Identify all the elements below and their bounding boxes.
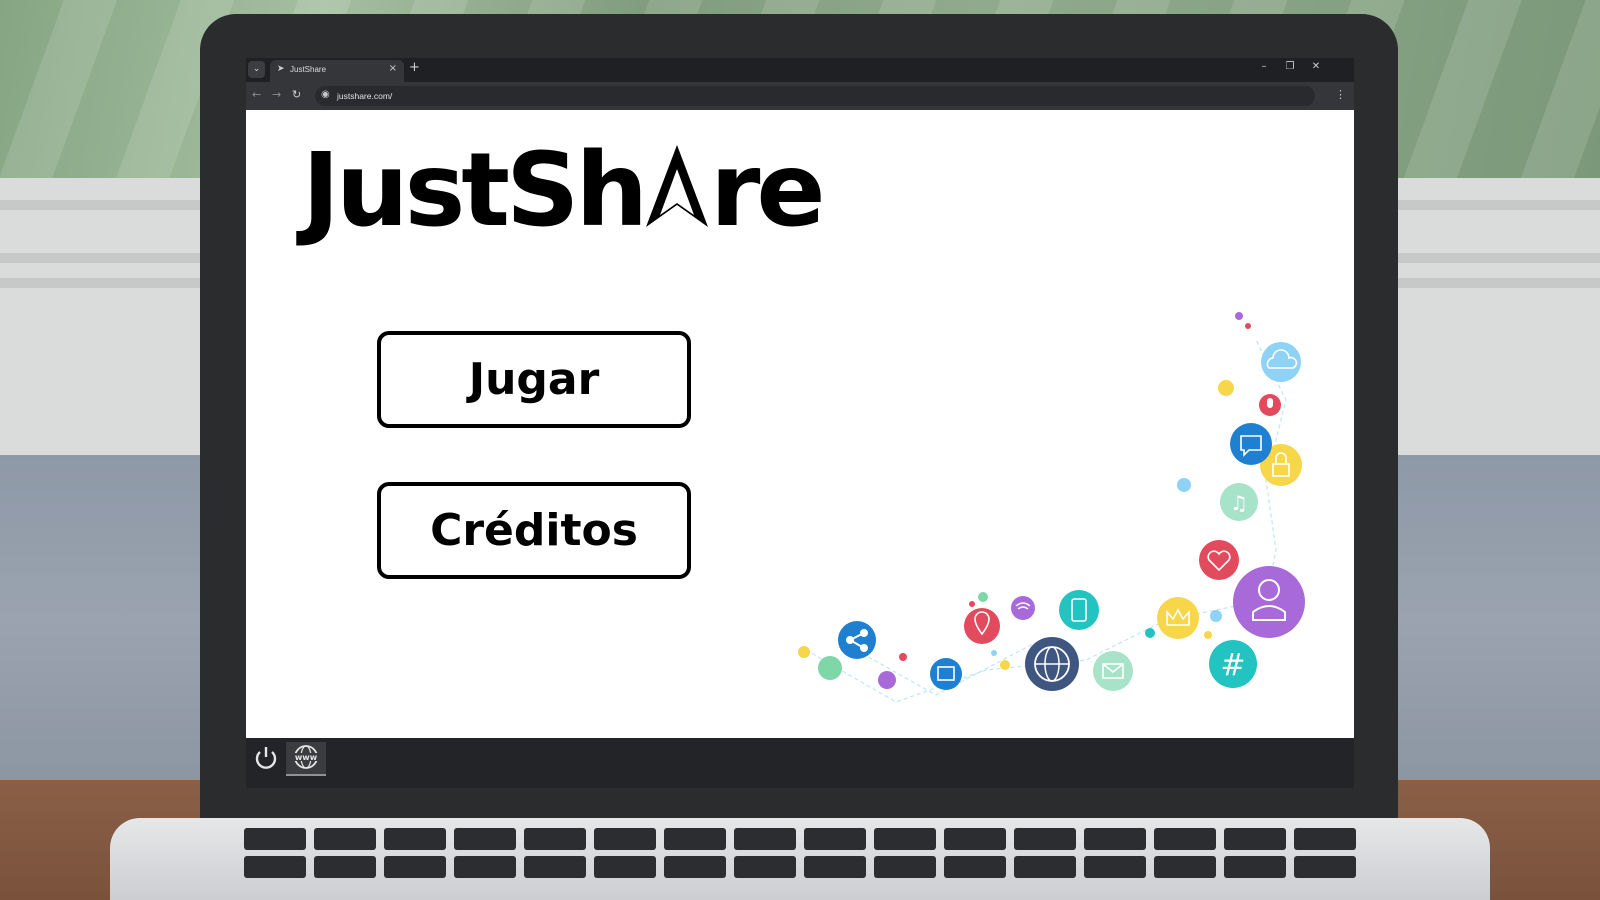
restore-icon[interactable]: ❐ — [1282, 61, 1298, 72]
smartphone-icon — [1059, 590, 1099, 630]
browser-menu-kebab-icon[interactable]: ⋮ — [1335, 88, 1346, 101]
desktop-taskbar: www — [246, 738, 1354, 788]
blue-dot — [1210, 610, 1222, 622]
location-pin-icon — [964, 608, 1000, 644]
address-bar[interactable]: ◉ justshare.com/ — [315, 86, 1315, 106]
logo-text-second: re — [710, 131, 826, 250]
forward-arrow-icon[interactable]: → — [272, 88, 281, 101]
purple-dot — [878, 671, 896, 689]
tab-title: JustShare — [290, 65, 327, 74]
chat-bubble-icon — [818, 656, 842, 680]
browser-tab[interactable]: ➤ JustShare × — [270, 60, 404, 82]
game-viewport: JustSh re Jugar Créditos # ♫ — [246, 110, 1354, 738]
minimize-icon[interactable]: – — [1256, 61, 1272, 72]
svg-text:www: www — [295, 753, 318, 762]
svg-text:♫: ♫ — [1230, 491, 1248, 515]
back-arrow-icon[interactable]: ← — [252, 88, 261, 101]
user-profile-icon — [1233, 566, 1305, 638]
message-icon — [1230, 423, 1272, 465]
reload-icon[interactable]: ↻ — [292, 88, 301, 101]
www-icon[interactable]: www — [286, 742, 326, 776]
new-tab-plus-icon[interactable]: + — [409, 60, 420, 75]
crown-icon — [1157, 597, 1199, 639]
justshare-logo: JustSh re — [302, 140, 826, 242]
play-button[interactable]: Jugar — [377, 331, 691, 428]
logo-text-first: JustSh — [302, 131, 648, 250]
purple-dot — [1235, 312, 1243, 320]
browser-toolbar: ← → ↻ ◉ justshare.com/ ⋮ — [246, 82, 1354, 110]
red-dot — [1245, 323, 1251, 329]
address-url: justshare.com/ — [337, 91, 393, 101]
site-info-icon[interactable]: ◉ — [321, 89, 330, 100]
bulb-dot-icon — [798, 646, 810, 658]
wifi-icon — [1011, 596, 1035, 620]
red-dot — [969, 601, 975, 607]
blue-dot — [991, 650, 997, 656]
browser-tab-bar: ⌄ ➤ JustShare × + – ❐ ✕ — [246, 58, 1354, 82]
social-network-illustration: # ♫ — [798, 312, 1305, 703]
credits-button[interactable]: Créditos — [377, 482, 691, 579]
green-dot — [978, 592, 988, 602]
heart-icon — [1199, 540, 1239, 580]
yellow-dot — [1000, 660, 1010, 670]
power-icon[interactable] — [252, 744, 280, 772]
red-dot — [899, 653, 907, 661]
keyboard — [230, 828, 1370, 900]
blue-dot — [1177, 478, 1191, 492]
lightbulb-icon — [1218, 380, 1234, 396]
laptop-screen: ⌄ ➤ JustShare × + – ❐ ✕ ← → ↻ ◉ justshar… — [246, 58, 1354, 758]
yellow-dot — [1204, 631, 1212, 639]
image-icon — [930, 658, 962, 690]
close-tab-icon[interactable]: × — [389, 63, 397, 74]
share-icon — [838, 621, 876, 659]
teal-dot — [1145, 628, 1155, 638]
tab-favicon-arrow-icon: ➤ — [277, 64, 285, 74]
window-close-icon[interactable]: ✕ — [1308, 61, 1324, 72]
logo-share-arrow-icon — [646, 145, 709, 227]
svg-text:#: # — [1220, 648, 1245, 683]
tab-search-chevron-down-icon[interactable]: ⌄ — [248, 61, 265, 78]
